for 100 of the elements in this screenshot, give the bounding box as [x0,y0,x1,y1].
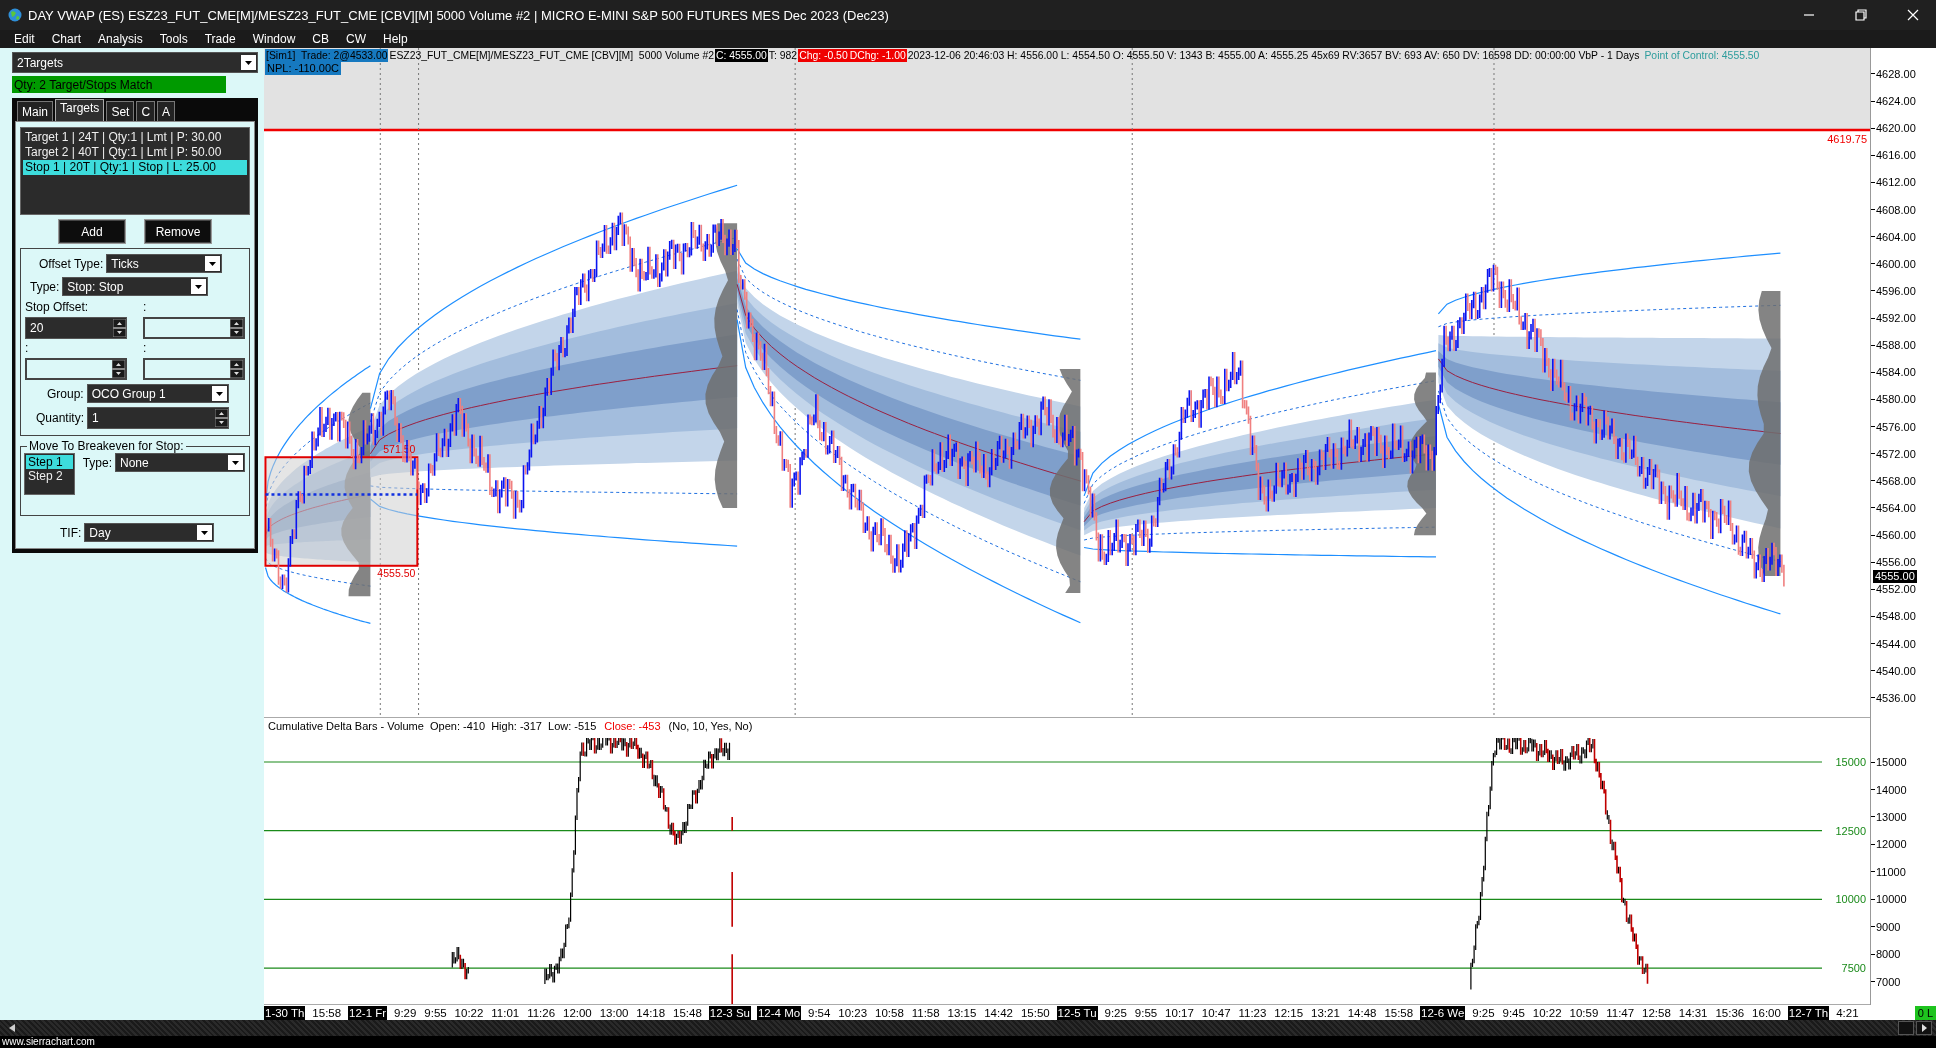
tab[interactable]: C [136,101,156,121]
type-dropdown[interactable]: Stop: Stop [62,277,209,296]
tab[interactable]: Targets [55,99,105,121]
time-label: 10:17 [1164,1005,1195,1020]
spinner-icon [112,360,125,378]
axis-label: 4612.00 [1876,176,1916,189]
axis-label: 4536.00 [1876,691,1916,704]
chart-info-text: Chg: -0.50 [798,49,849,62]
group-dropdown[interactable]: OCO Group 1 [86,384,229,403]
field-label: Type: [82,455,112,470]
axis-label: 9000 [1876,920,1901,933]
time-label: 10:22 [1531,1005,1563,1020]
axis-label: 4552.00 [1876,583,1916,596]
button[interactable]: Remove [145,220,211,243]
time-label: 15:48 [672,1005,703,1020]
number-field[interactable]: 20 [25,317,127,339]
axis-label: 4628.00 [1876,67,1916,80]
menu-item[interactable]: Help [383,32,408,46]
menu-item[interactable]: Window [252,32,296,46]
axis-label: 13000 [1876,810,1907,823]
axis-label: 4576.00 [1876,420,1916,433]
tab[interactable]: A [157,101,176,121]
preset-dropdown[interactable]: 2Targets [12,52,258,73]
axis-label: 4580.00 [1876,393,1916,406]
order-item[interactable]: Target 2 | 40T | Qty:1 | Lmt | P: 50.00 [23,145,247,160]
menu-item[interactable]: Chart [51,32,82,46]
menu-item[interactable]: CB [312,32,329,46]
field-label: TIF: [60,525,82,540]
time-label: 10:58 [874,1005,905,1020]
spinner-icon [230,319,243,337]
breakeven-type-dropdown[interactable]: None [115,453,245,472]
chart-info-text: 2023-12-06 20:46:03 H: 4556.00 L: 4554.50 O: 4555.50 V: 1343 B: 4555.00 A: 4555.25 45x69 RV:3657 BV: 693 AV: 650 DV: 16598 DD: 00:00:00 VbP - 1 Days [906,49,1641,62]
time-label: 15:58 [1383,1005,1415,1020]
time-label: 11:23 [1237,1005,1268,1020]
time-label: 15:50 [1019,1005,1051,1020]
time-label: 14:48 [1346,1005,1378,1020]
time-label: 4:21 [1835,1005,1860,1020]
axis-label: 14000 [1876,783,1907,796]
time-label: 9:54 [807,1005,832,1020]
menu-item[interactable]: Trade [204,32,236,46]
axis-label: 12000 [1876,838,1907,851]
grid-label: 12500 [1835,824,1866,837]
field-label: Group: [47,386,84,401]
axis-label: 4624.00 [1876,95,1916,108]
time-label: 12:58 [1641,1005,1672,1020]
spinner-icon [113,319,126,337]
chart-info-text: T: 982 [767,49,799,62]
axis-label: 7000 [1876,975,1901,988]
axis-label: 4564.00 [1876,501,1916,514]
tif-dropdown[interactable]: Day [84,523,215,542]
axis-label: 11000 [1876,865,1906,878]
grid-label: 7500 [1841,962,1866,975]
price-line-label: 4619.75 [1827,132,1867,145]
quantity-field[interactable]: 1 [87,407,230,429]
time-label: 12-1 Fr [348,1005,388,1020]
offset-type-dropdown[interactable]: Ticks [106,254,223,273]
time-label: 12-3 Su [708,1005,751,1020]
axis-label: 15000 [1876,756,1907,769]
menu-item[interactable]: Edit [14,32,35,46]
website-link[interactable]: www.sierrachart.com [0,1036,1936,1048]
current-price-tag: 4555.00 [1873,570,1917,583]
axis-label: 4604.00 [1876,230,1916,243]
step-item[interactable]: Step 1 [26,455,73,469]
time-label: 11:26 [526,1005,557,1020]
menu-item[interactable]: Tools [159,32,188,46]
step-item[interactable]: Step 2 [26,469,73,483]
time-label: 16:00 [1751,1005,1782,1020]
spinner-icon [230,360,243,378]
caret-icon [205,256,221,271]
axis-label: 4620.00 [1876,122,1916,135]
time-label: 10:22 [453,1005,485,1020]
tab[interactable]: Set [106,101,135,121]
order-item[interactable]: Target 1 | 24T | Qty:1 | Lmt | P: 30.00 [23,130,247,145]
time-label: 9:29 [393,1005,418,1020]
caret-icon [228,455,243,470]
time-label: 9:25 [1471,1005,1496,1020]
time-label: 9:25 [1103,1005,1128,1020]
menu-item[interactable]: Analysis [98,32,143,46]
time-label: 1-30 Th [264,1005,306,1020]
button[interactable]: Add [59,220,125,243]
time-label: 15:36 [1714,1005,1746,1020]
field-label: Offset Type: [39,256,104,271]
axis-label: 4616.00 [1876,149,1916,162]
time-label: 9:55 [423,1005,448,1020]
chart-info-text: C: 4555.00 [715,49,768,62]
caret-icon [241,55,256,70]
axis-label: 4556.00 [1876,556,1916,569]
axis-label: 4568.00 [1876,474,1916,487]
time-label: 14:42 [983,1005,1014,1020]
time-label: 15:58 [311,1005,343,1020]
axis-label: 4544.00 [1876,637,1916,650]
axis-label: 4548.00 [1876,610,1916,623]
time-label: 12:00 [562,1005,593,1020]
field-label: Stop Offset: [25,300,90,314]
window-title: DAY VWAP (ES) ESZ23_FUT_CME[M]/MESZ23_FUT_CME [CBV][M] 5000 Volume #2 | MICRO E-MINI S&P 500 FUTURES MES Dec 2023 (Dec23) [28,7,890,23]
tab[interactable]: Main [17,101,53,121]
time-label: 11:58 [910,1005,941,1020]
menu-item[interactable]: CW [346,32,366,46]
order-item[interactable]: Stop 1 | 20T | Qty:1 | Stop | L: 25.00 [23,160,247,175]
axis-label: 4596.00 [1876,284,1916,297]
